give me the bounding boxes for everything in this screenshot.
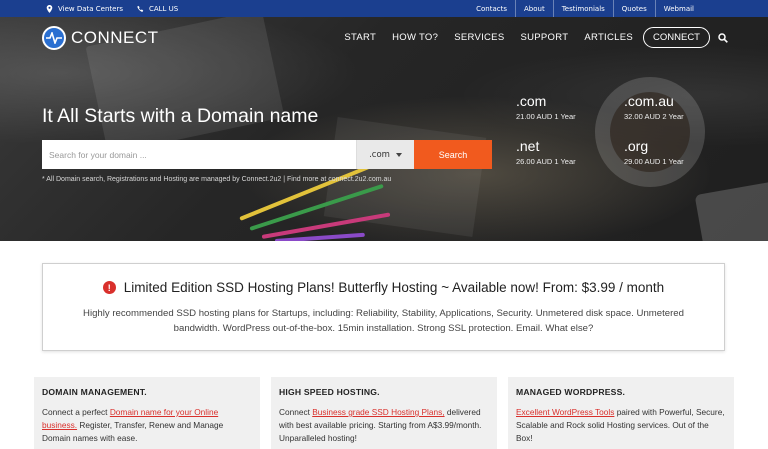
nav-articles[interactable]: ARTICLES [576, 32, 641, 43]
domain-search-input[interactable] [42, 140, 356, 169]
card-text-pre: Connect [279, 407, 313, 417]
price-amount: 32.00 AUD 2 Year [624, 112, 684, 121]
topbar-link-webmail[interactable]: Webmail [654, 0, 702, 17]
nav-start[interactable]: START [336, 32, 384, 43]
tld-select[interactable]: .com [356, 140, 414, 169]
view-data-centers-link[interactable]: View Data Centers [46, 4, 123, 13]
nav-services[interactable]: SERVICES [446, 32, 512, 43]
price-tld: .net [516, 138, 540, 154]
price-tld: .com.au [624, 93, 674, 109]
card-text: Connect Business grade SSD Hosting Plans… [279, 406, 489, 445]
price-org: .org 29.00 AUD 1 Year [624, 138, 684, 166]
call-us-label: CALL US [148, 4, 179, 13]
announcement-title-row: ! Limited Edition SSD Hosting Plans! But… [43, 280, 724, 295]
call-us-link[interactable]: CALL US [137, 5, 178, 13]
hero-title: It All Starts with a Domain name [42, 105, 319, 127]
price-amount: 21.00 AUD 1 Year [516, 112, 576, 121]
card-managed-wordpress: MANAGED WORDPRESS. Excellent WordPress T… [508, 377, 734, 449]
announcement-title: Limited Edition SSD Hosting Plans! Butte… [123, 280, 665, 295]
price-amount: 29.00 AUD 1 Year [624, 157, 684, 166]
topbar-link-contacts[interactable]: Contacts [468, 0, 515, 17]
card-link[interactable]: Business grade SSD Hosting Plans, [312, 407, 444, 417]
card-domain-management: DOMAIN MANAGEMENT. Connect a perfect Dom… [34, 377, 260, 449]
card-text-pre: Connect a perfect [42, 407, 110, 417]
pulse-icon [42, 26, 66, 50]
brand-name: CONNECT [71, 28, 159, 47]
nav-support[interactable]: SUPPORT [512, 32, 576, 43]
connect-cta-button[interactable]: CONNECT [643, 27, 710, 48]
topbar-link-quotes[interactable]: Quotes [612, 0, 655, 17]
topbar-left: View Data Centers CALL US [46, 0, 178, 17]
hero-disclaimer: * All Domain search, Registrations and H… [42, 176, 392, 183]
background-tablet [694, 179, 768, 241]
nav-how-to[interactable]: HOW TO? [384, 32, 446, 43]
card-link[interactable]: Excellent WordPress Tools [516, 407, 614, 417]
card-text: Excellent WordPress Tools paired with Po… [516, 406, 726, 445]
card-heading: MANAGED WORDPRESS. [516, 387, 626, 397]
card-text: Connect a perfect Domain name for your O… [42, 406, 252, 445]
topbar-links: Contacts About Testimonials Quotes Webma… [468, 0, 702, 17]
tld-selected-value: .com [369, 149, 390, 160]
card-heading: DOMAIN MANAGEMENT. [42, 387, 147, 397]
hero-section: CONNECT START HOW TO? SERVICES SUPPORT A… [0, 17, 768, 241]
phone-icon [137, 5, 144, 12]
price-com-au: .com.au 32.00 AUD 2 Year [624, 93, 684, 121]
domain-search-form: .com Search [42, 140, 492, 169]
price-tld: .org [624, 138, 649, 154]
domain-search-button[interactable]: Search [414, 140, 492, 169]
chevron-down-icon [395, 152, 402, 157]
search-icon[interactable] [718, 32, 728, 43]
announcement-body: Highly recommended SSD hosting plans for… [83, 308, 684, 334]
brand-logo[interactable]: CONNECT [42, 26, 159, 50]
price-amount: 26.00 AUD 1 Year [516, 157, 576, 166]
card-high-speed-hosting: HIGH SPEED HOSTING. Connect Business gra… [271, 377, 497, 449]
main-nav: START HOW TO? SERVICES SUPPORT ARTICLES … [336, 27, 728, 48]
topbar-link-testimonials[interactable]: Testimonials [552, 0, 613, 17]
alert-icon: ! [102, 281, 116, 294]
feature-cards: DOMAIN MANAGEMENT. Connect a perfect Dom… [34, 377, 734, 449]
view-data-centers-label: View Data Centers [58, 4, 123, 13]
price-net: .net 26.00 AUD 1 Year [516, 138, 576, 166]
map-pin-icon [46, 4, 53, 13]
price-com: .com 21.00 AUD 1 Year [516, 93, 576, 121]
top-utility-bar: View Data Centers CALL US Contacts About… [0, 0, 768, 17]
price-tld: .com [516, 93, 547, 109]
card-heading: HIGH SPEED HOSTING. [279, 387, 380, 397]
topbar-link-about[interactable]: About [515, 0, 553, 17]
announcement-box: ! Limited Edition SSD Hosting Plans! But… [42, 263, 725, 351]
